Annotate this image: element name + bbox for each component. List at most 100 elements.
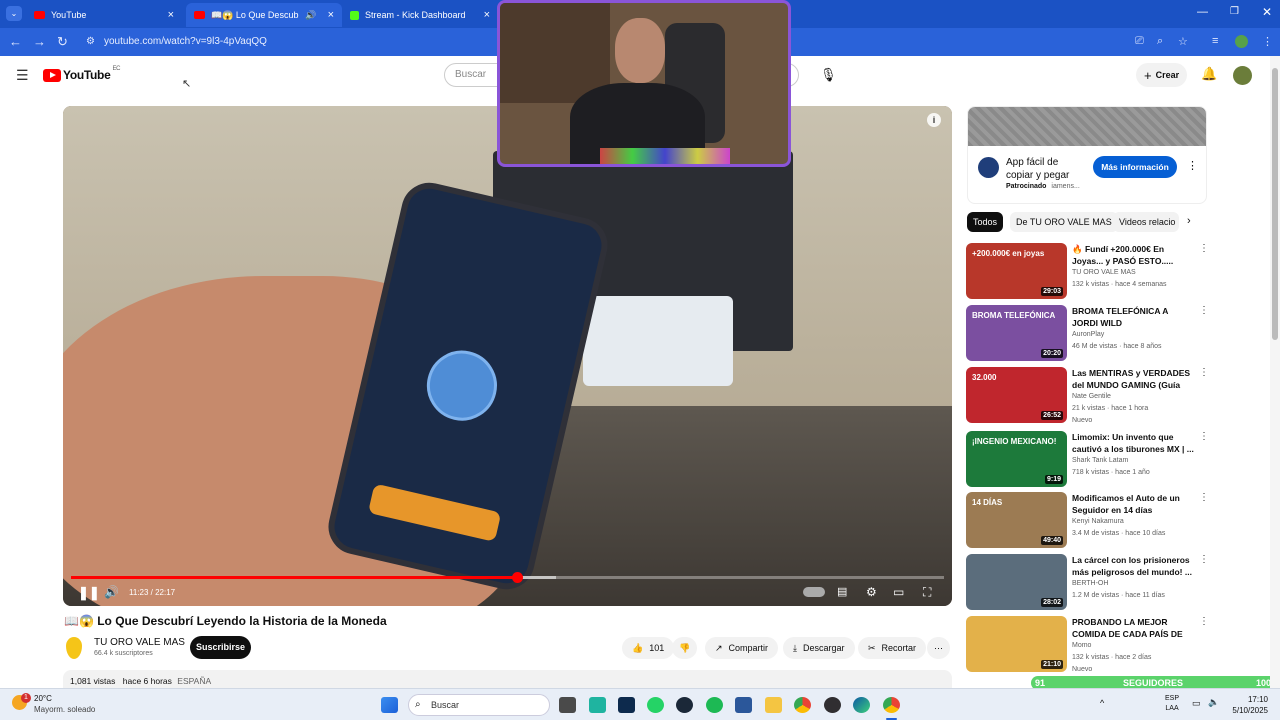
weather-widget[interactable]: 1 20°C Mayorm. soleado [12, 693, 112, 717]
file-explorer-icon[interactable] [765, 697, 782, 713]
subscribe-button[interactable]: Suscribirse [190, 636, 251, 659]
recommendation-title[interactable]: 🔥 Fundí +200.000€ En Joyas... y PASÓ EST… [1072, 243, 1194, 267]
recommendation-channel[interactable]: Nate Gentile [1072, 393, 1111, 400]
obs-icon[interactable] [824, 697, 841, 713]
recommendation-menu-icon[interactable]: ⋮ [1199, 616, 1209, 627]
tab-current-video[interactable]: 📖😱 Lo Que Descubrí Le 🔊 × [186, 3, 342, 27]
recommendation-channel[interactable]: AuronPlay [1072, 331, 1104, 338]
recommendation-title[interactable]: Modificamos el Auto de un Seguidor en 14… [1072, 492, 1194, 516]
edge-icon[interactable] [853, 697, 870, 713]
recommendation-menu-icon[interactable]: ⋮ [1199, 431, 1209, 442]
recommendation-thumbnail[interactable]: 14 DÍAS 49:40 [966, 492, 1067, 548]
volume-icon[interactable]: 🔊 [104, 585, 119, 599]
recommendation-thumbnail[interactable]: 28:02 [966, 554, 1067, 610]
recommendation-channel[interactable]: Momo [1072, 642, 1091, 649]
recommendation-item[interactable]: 32.000 26:52 Las MENTIRAS y VERDADES del M… [966, 367, 1209, 425]
video-player[interactable]: i ❚❚ 🔊 11:23 / 22:17 ▤ ⚙ ▭ ⛶ [63, 106, 952, 606]
speaker-tray-icon[interactable]: 🔈 [1208, 697, 1219, 708]
bookmark-star-icon[interactable]: ☆ [1178, 35, 1188, 48]
chips-next-icon[interactable]: › [1187, 215, 1191, 227]
theater-mode-icon[interactable]: ▭ [893, 585, 904, 599]
recommendation-thumbnail[interactable]: +200.000€ en joyas 29:03 [966, 243, 1067, 299]
notifications-bell-icon[interactable]: 🔔 [1201, 66, 1217, 82]
autoplay-toggle-icon[interactable] [803, 587, 825, 597]
recommendation-title[interactable]: Limomix: Un invento que cautivó a los ti… [1072, 431, 1194, 455]
language-indicator[interactable]: ESP LAA [1165, 694, 1179, 714]
download-button[interactable]: ⤓ Descargar [783, 637, 855, 659]
whatsapp-icon[interactable] [647, 697, 664, 713]
fullscreen-icon[interactable]: ⛶ [923, 585, 931, 600]
create-button[interactable]: + Crear [1136, 63, 1188, 87]
youtube-logo[interactable]: YouTube EC [43, 66, 120, 82]
recommendation-menu-icon[interactable]: ⋮ [1199, 492, 1209, 503]
ad-cta-button[interactable]: Más información [1093, 156, 1177, 178]
notes-app-icon[interactable] [589, 697, 606, 713]
spotify-icon[interactable] [706, 697, 723, 713]
browser-menu-icon[interactable]: ⋮ [1262, 35, 1273, 48]
channel-avatar[interactable] [66, 637, 82, 659]
profile-avatar[interactable] [1235, 35, 1248, 48]
url-field[interactable]: youtube.com/watch?v=9l3-4pVaqQQ [104, 36, 267, 47]
close-tab-icon[interactable]: × [484, 9, 490, 21]
page-scrollbar[interactable] [1270, 56, 1280, 688]
recommendation-thumbnail[interactable]: 32.000 26:52 [966, 367, 1067, 423]
restore-icon[interactable]: ❐ [1230, 6, 1239, 17]
advertiser-logo[interactable] [978, 157, 999, 178]
recommendation-menu-icon[interactable]: ⋮ [1199, 305, 1209, 316]
minimize-icon[interactable]: — [1197, 6, 1208, 18]
recommendation-menu-icon[interactable]: ⋮ [1199, 367, 1209, 378]
close-tab-icon[interactable]: × [328, 9, 334, 21]
tab-youtube[interactable]: YouTube × [26, 3, 182, 27]
ad-menu-icon[interactable]: ⋮ [1187, 159, 1198, 172]
recommendation-channel[interactable]: BERTH-OH [1072, 580, 1108, 587]
settings-gear-icon[interactable]: ⚙ [866, 585, 877, 599]
subtitles-icon[interactable]: ▤ [837, 585, 847, 598]
clip-button[interactable]: ✂ Recortar [858, 637, 927, 659]
recommendation-title[interactable]: BROMA TELEFÓNICA A JORDI WILD [1072, 305, 1194, 329]
scrollbar-thumb[interactable] [1272, 68, 1278, 340]
hamburger-menu-icon[interactable]: ☰ [16, 67, 29, 84]
recommendation-title[interactable]: La cárcel con los prisioneros más peligr… [1072, 554, 1194, 578]
channel-name[interactable]: TU ORO VALE MAS [94, 637, 185, 648]
back-icon[interactable]: ← [9, 34, 22, 49]
speaker-icon[interactable]: 🔊 [305, 10, 316, 21]
close-tab-icon[interactable]: × [168, 9, 174, 21]
chip-related[interactable]: Videos relacio [1113, 212, 1179, 232]
recommendation-item[interactable]: 21:10 PROBANDO LA MEJOR COMIDA DE CADA PA… [966, 616, 1209, 674]
clock[interactable]: 17:10 5/10/2025 [1228, 694, 1268, 716]
pause-icon[interactable]: ❚❚ [78, 585, 100, 601]
chip-channel[interactable]: De TU ORO VALE MAS [1010, 212, 1118, 232]
recommendation-thumbnail[interactable]: BROMA TELEFÓNICA 20:20 [966, 305, 1067, 361]
cast-icon[interactable]: ⎚ [1135, 35, 1144, 48]
recommendation-channel[interactable]: TU ORO VALE MAS [1072, 269, 1136, 276]
recommendation-item[interactable]: ¡INGENIO MEXICANO! 9:19 Limomix: Un invent… [966, 431, 1209, 489]
recommendation-item[interactable]: 28:02 La cárcel con los prisioneros más p… [966, 554, 1209, 612]
tab-list-button[interactable]: ⌄ [6, 6, 22, 21]
tab-search-icon[interactable]: ≡ [1212, 35, 1218, 47]
account-avatar[interactable] [1233, 66, 1252, 85]
recommendation-title[interactable]: PROBANDO LA MEJOR COMIDA DE CADA PAÍS DE… [1072, 616, 1194, 641]
recommendation-menu-icon[interactable]: ⋮ [1199, 554, 1209, 565]
reload-icon[interactable]: ↻ [57, 34, 68, 50]
chrome-icon[interactable] [794, 697, 811, 713]
microphone-icon[interactable]: 🎙 [820, 67, 837, 83]
recommendation-item[interactable]: BROMA TELEFÓNICA 20:20 BROMA TELEFÓNICA A … [966, 305, 1209, 363]
recommendation-thumbnail[interactable]: ¡INGENIO MEXICANO! 9:19 [966, 431, 1067, 487]
info-icon[interactable]: i [927, 113, 941, 127]
windows-start-icon[interactable] [381, 697, 398, 713]
word-icon[interactable] [735, 697, 752, 713]
recommendation-channel[interactable]: Kenyi Nakamura [1072, 518, 1124, 525]
zoom-icon[interactable]: ⌕ [1157, 35, 1163, 48]
dislike-button[interactable]: 👎 [672, 637, 698, 659]
more-actions-button[interactable]: ⋯ [927, 637, 950, 659]
chip-all[interactable]: Todos [967, 212, 1004, 232]
recommendation-menu-icon[interactable]: ⋮ [1199, 243, 1209, 254]
tab-kick-dashboard[interactable]: Stream - Kick Dashboard × [342, 3, 498, 27]
recommendation-title[interactable]: Las MENTIRAS y VERDADES del MUNDO GAMING… [1072, 367, 1194, 392]
recommendation-thumbnail[interactable]: 21:10 [966, 616, 1067, 672]
network-icon[interactable]: ▭ [1192, 698, 1201, 709]
like-button[interactable]: 👍 101 [622, 637, 675, 659]
forward-icon[interactable]: → [33, 34, 46, 49]
photoshop-icon[interactable] [618, 697, 635, 713]
recommendation-item[interactable]: 14 DÍAS 49:40 Modificamos el Auto de un Se… [966, 492, 1209, 550]
